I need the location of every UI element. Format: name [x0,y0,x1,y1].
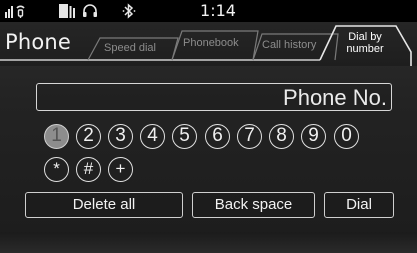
signal-icon [5,5,25,18]
back-space-button[interactable]: Back space [192,192,315,218]
delete-all-button[interactable]: Delete all [25,192,183,218]
key-plus[interactable]: + [108,157,133,182]
tab-speed-dial[interactable]: Speed dial [104,42,156,54]
headset-icon [83,4,97,17]
key-0[interactable]: 0 [334,124,359,149]
key-star[interactable]: * [44,157,69,182]
bottom-panel [0,232,417,253]
key-9[interactable]: 9 [301,124,326,149]
phone-number-field[interactable]: Phone No. [36,83,392,111]
tab-call-history[interactable]: Call history [262,39,316,51]
key-1[interactable]: 1 [44,124,69,149]
tab-phonebook[interactable]: Phonebook [183,37,239,49]
key-5[interactable]: 5 [172,124,197,149]
phone-dial-screen: 1:14 Phone Speed dial Phonebook Call his… [0,0,417,253]
tab-dial-label-line2: number [346,43,384,55]
tab-dial-by-number[interactable]: Dial by number [336,31,394,55]
key-4[interactable]: 4 [140,124,165,149]
dial-button[interactable]: Dial [324,192,394,218]
tab-dial-label-line1: Dial by [348,31,382,43]
phone-status-icon [59,4,75,18]
phone-number-placeholder: Phone No. [283,85,387,110]
key-8[interactable]: 8 [269,124,294,149]
tab-bar: Phone Speed dial Phonebook Call history … [0,22,417,66]
clock: 1:14 [200,1,236,20]
status-bar: 1:14 [0,0,417,22]
key-hash[interactable]: # [76,157,101,182]
app-title: Phone [5,30,72,54]
bluetooth-icon [122,3,136,19]
key-2[interactable]: 2 [76,124,101,149]
key-3[interactable]: 3 [108,124,133,149]
key-6[interactable]: 6 [205,124,230,149]
key-7[interactable]: 7 [237,124,262,149]
